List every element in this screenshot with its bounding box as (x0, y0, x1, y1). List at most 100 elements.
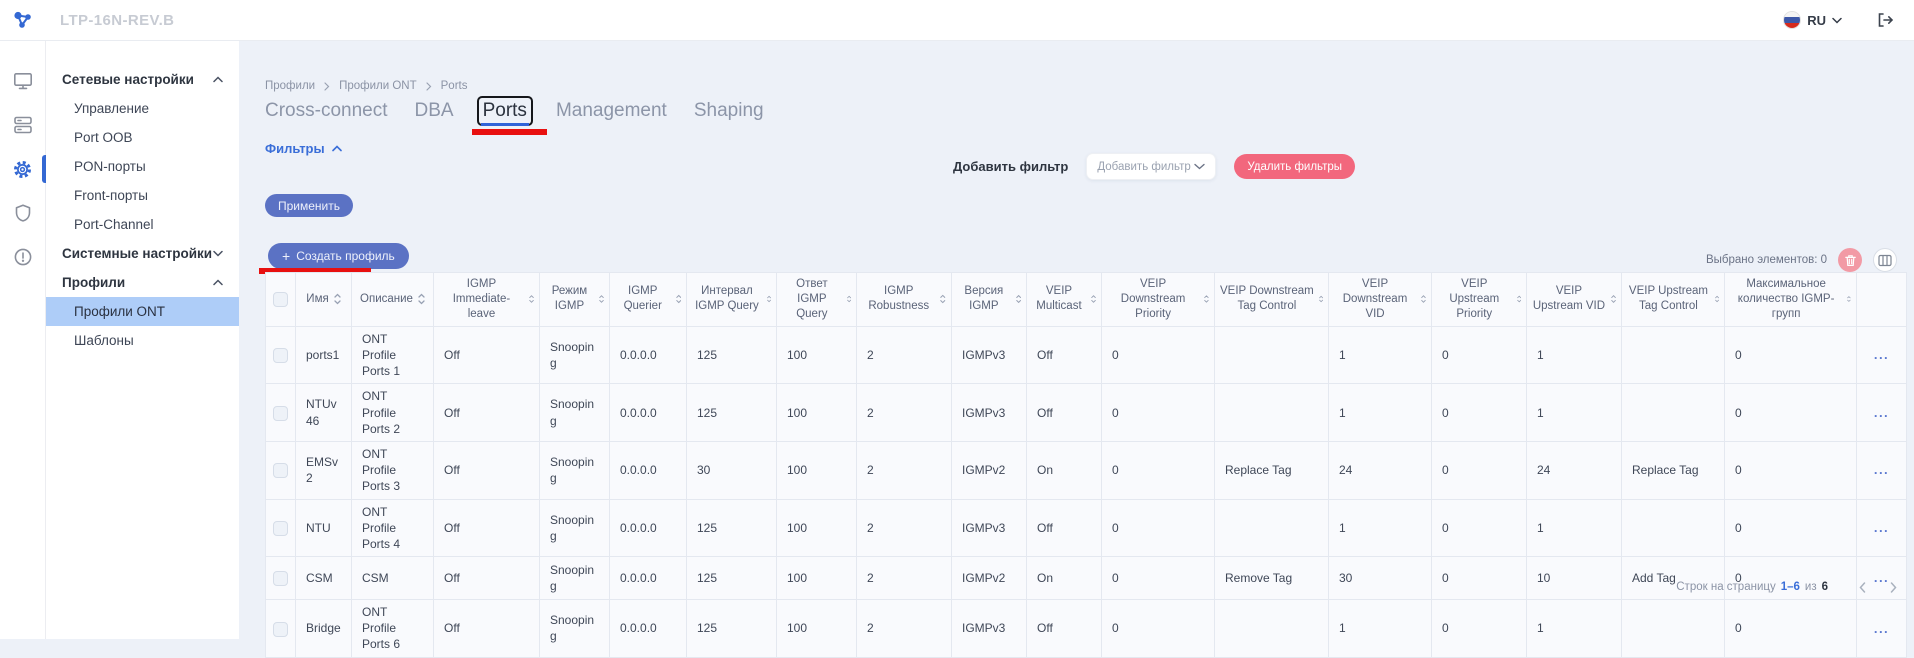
column-header[interactable]: VEIP Upstream Priority (1432, 273, 1527, 327)
tab-cross-connect[interactable]: Cross-connect (265, 98, 388, 124)
row-checkbox[interactable] (273, 348, 288, 363)
table-cell: Off (434, 441, 540, 499)
column-header[interactable]: Максимальное количество IGMP-групп (1725, 273, 1857, 327)
pagination-total: 6 (1822, 581, 1828, 593)
column-header[interactable]: IGMP Immediate-leave (434, 273, 540, 327)
column-header[interactable]: Интервал IGMP Query (687, 273, 777, 327)
row-actions-button[interactable]: ... (1857, 384, 1907, 442)
sidebar-item-label: Port-Channel (74, 217, 154, 232)
column-header-label: Режим IGMP (545, 284, 594, 314)
app-window: LTP-16N-REV.B RU (0, 0, 1914, 639)
monitor-icon (13, 71, 33, 91)
column-header[interactable]: IGMP Robustness (857, 273, 952, 327)
select-all-checkbox[interactable] (273, 292, 288, 307)
column-header[interactable]: VEIP Downstream Tag Control (1215, 273, 1329, 327)
breadcrumb-item[interactable]: Ports (441, 80, 468, 92)
column-header-inner: Имя (301, 292, 346, 307)
apply-button[interactable]: Применить (265, 194, 353, 217)
profiles-table-wrap: Имя Описание IGMP Immediate-leaveРежим IGM… (265, 272, 1906, 658)
row-actions-button[interactable]: ... (1857, 441, 1907, 499)
row-checkbox[interactable] (273, 622, 288, 637)
delete-selected-button[interactable] (1838, 248, 1862, 272)
table-cell: Off (434, 557, 540, 600)
table-cell: 0.0.0.0 (610, 441, 687, 499)
column-header[interactable]: IGMP Querier (610, 273, 687, 327)
sidebar-item-front-ports[interactable]: Front-порты (46, 181, 239, 210)
sidebar-item-port-oob[interactable]: Port OOB (46, 123, 239, 152)
language-switcher[interactable]: RU (1783, 11, 1842, 29)
table-cell: 0 (1432, 557, 1527, 600)
row-actions-button[interactable]: ... (1857, 600, 1907, 658)
table-cell: 0 (1102, 384, 1215, 442)
sidebar-item-templates[interactable]: Шаблоны (46, 326, 239, 355)
chevron-up-icon (332, 145, 342, 152)
row-actions-button[interactable]: ... (1857, 557, 1907, 600)
sidebar-item-network-settings[interactable]: Сетевые настройки (46, 65, 239, 94)
remove-filters-button[interactable]: Удалить фильтры (1234, 154, 1355, 179)
column-header[interactable]: VEIP Upstream VID (1527, 273, 1622, 327)
table-cell: 0.0.0.0 (610, 499, 687, 557)
table-cell: Off (434, 600, 540, 658)
next-page-button[interactable] (1890, 582, 1897, 593)
column-header[interactable]: Версия IGMP (952, 273, 1027, 327)
table-cell (1215, 499, 1329, 557)
column-header-label: Описание (360, 292, 413, 307)
create-profile-button[interactable]: + Создать профиль (268, 243, 409, 269)
column-header[interactable]: VEIP Downstream Priority (1102, 273, 1215, 327)
row-checkbox[interactable] (273, 406, 288, 421)
column-header[interactable]: VEIP Multicast (1027, 273, 1102, 327)
breadcrumb-item[interactable]: Профили ONT (339, 80, 417, 92)
breadcrumb-separator-icon (324, 82, 330, 91)
breadcrumb-item[interactable]: Профили (265, 80, 315, 92)
rail-item-security[interactable] (0, 203, 46, 223)
sidebar-item-system-settings[interactable]: Системные настройки (46, 239, 239, 268)
language-label: RU (1807, 13, 1826, 28)
rail-item-monitoring[interactable] (0, 71, 46, 91)
row-checkbox[interactable] (273, 571, 288, 586)
table-cell: 100 (777, 499, 857, 557)
row-checkbox[interactable] (273, 521, 288, 536)
breadcrumb-separator-icon (426, 82, 432, 91)
tab-dba[interactable]: DBA (415, 98, 454, 124)
column-settings-button[interactable] (1873, 248, 1897, 272)
sidebar-item-label: Системные настройки (62, 246, 212, 261)
rail-item-settings[interactable] (0, 159, 46, 179)
table-cell: 125 (687, 557, 777, 600)
brand-logo[interactable] (0, 9, 46, 31)
tab-shaping[interactable]: Shaping (694, 98, 764, 124)
add-filter-select[interactable]: Добавить фильтр (1086, 153, 1216, 180)
column-header[interactable]: Имя (296, 273, 352, 327)
column-header[interactable]: Описание (352, 273, 434, 327)
table-cell: 0 (1102, 499, 1215, 557)
topbar-actions: RU (1783, 11, 1914, 29)
table-cell (1622, 600, 1725, 658)
prev-page-button[interactable] (1859, 582, 1866, 593)
table-cell: 30 (687, 441, 777, 499)
logout-button[interactable] (1876, 11, 1894, 29)
ru-flag-icon (1783, 11, 1801, 29)
rail-item-alerts[interactable] (0, 247, 46, 267)
filters-toggle[interactable]: Фильтры (265, 141, 342, 156)
rail-item-devices[interactable] (0, 115, 46, 135)
add-filter-group: Добавить фильтр Добавить фильтр Удалить … (953, 153, 1355, 180)
column-header[interactable]: Режим IGMP (540, 273, 610, 327)
column-header-label: IGMP Robustness (862, 284, 935, 314)
sidebar-item-pon-ports[interactable]: PON-порты (46, 152, 239, 181)
column-header[interactable]: Ответ IGMP Query (777, 273, 857, 327)
table-row: NTUv46ONT Profile Ports 2OffSnooping0.0.… (266, 384, 1907, 442)
row-select-cell (266, 384, 296, 442)
row-actions-button[interactable]: ... (1857, 326, 1907, 384)
tab-ports[interactable]: Ports (477, 96, 533, 126)
column-header-inner: VEIP Downstream Tag Control (1220, 284, 1323, 314)
sidebar-item-label: Сетевые настройки (62, 72, 194, 87)
sidebar-item-ont-profiles[interactable]: Профили ONT (46, 297, 239, 326)
sidebar-item-profiles[interactable]: Профили (46, 268, 239, 297)
column-header[interactable]: VEIP Upstream Tag Control (1622, 273, 1725, 327)
sidebar-item-management[interactable]: Управление (46, 94, 239, 123)
row-actions-button[interactable]: ... (1857, 499, 1907, 557)
column-header[interactable]: VEIP Downstream VID (1329, 273, 1432, 327)
sidebar-item-port-channel[interactable]: Port-Channel (46, 210, 239, 239)
row-checkbox[interactable] (273, 463, 288, 478)
tab-management[interactable]: Management (556, 98, 667, 124)
column-header-inner: Версия IGMP (957, 284, 1021, 314)
